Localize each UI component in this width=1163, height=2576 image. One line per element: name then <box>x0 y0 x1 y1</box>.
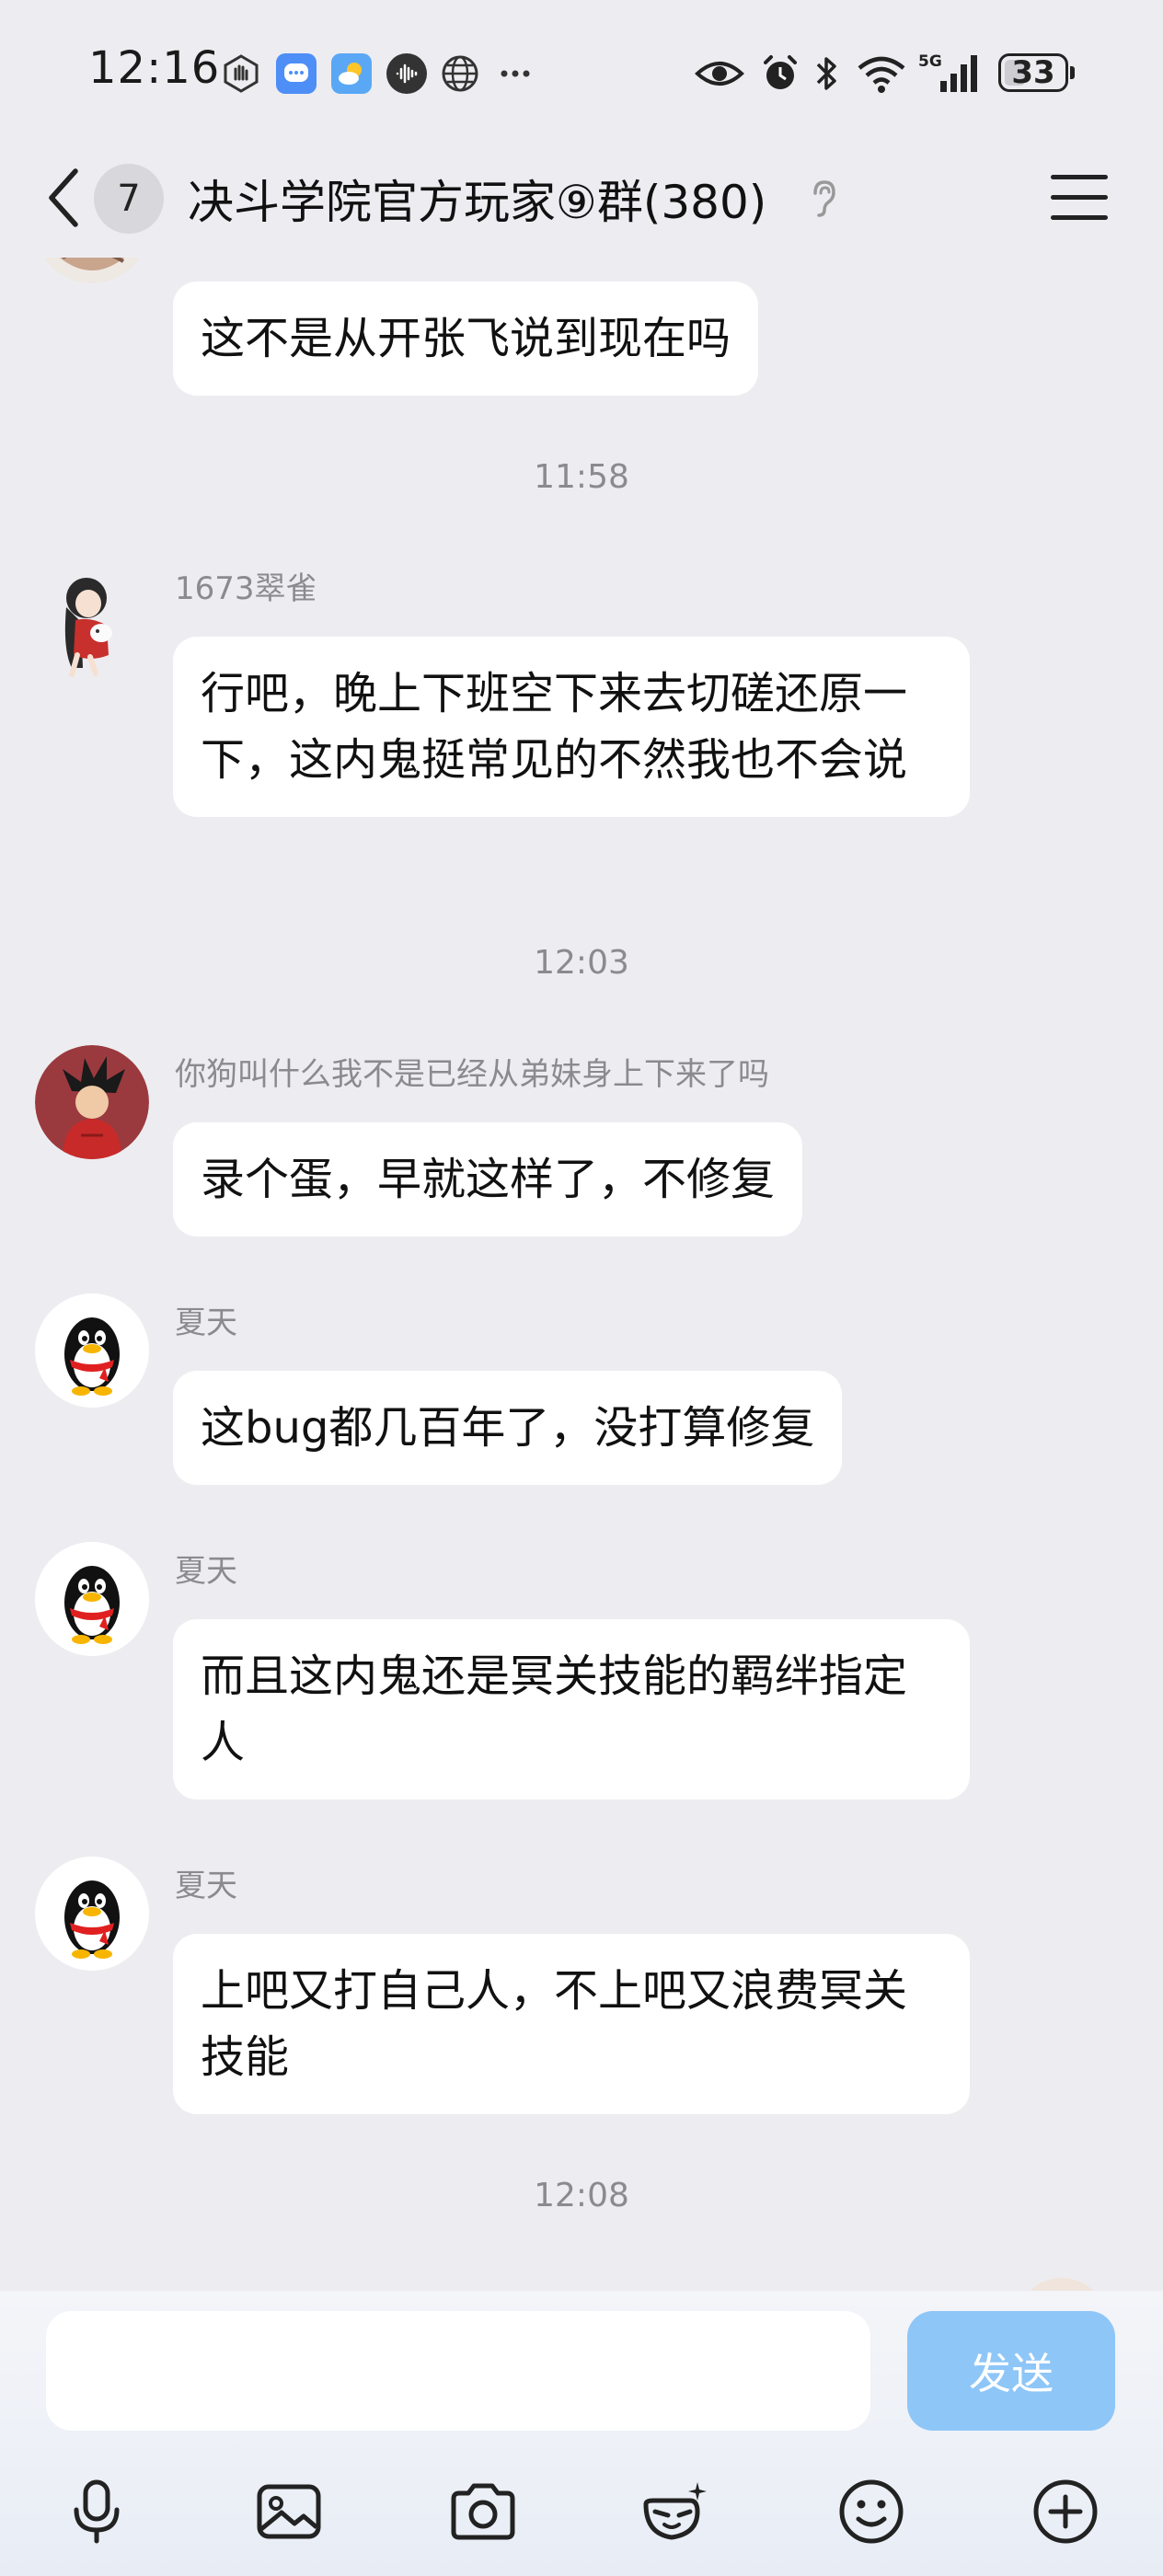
eye-icon <box>694 53 745 94</box>
message-bubble[interactable]: 行吧，晚上下班空下来去切磋还原一下，这内鬼挺常见的不然我也不会说 <box>173 637 970 817</box>
input-toolbar <box>0 2466 1163 2558</box>
input-panel: 发送 <box>0 2291 1163 2576</box>
camera-icon[interactable] <box>437 2466 529 2558</box>
sender-name[interactable]: 夏天 <box>175 1297 237 1342</box>
message-bubble[interactable]: 这bug都几百年了，没打算修复 <box>173 1371 843 1485</box>
avatar[interactable] <box>35 1542 149 1656</box>
message-text: 而且这内鬼还是冥关技能的羁绊指定人 <box>201 1650 908 1768</box>
battery-indicator: 33 <box>998 53 1075 92</box>
send-button[interactable]: 发送 <box>907 2311 1115 2431</box>
more-icon <box>495 53 535 94</box>
timestamp: 12:03 <box>534 944 629 982</box>
message-bubble[interactable]: 而且这内鬼还是冥关技能的羁绊指定人 <box>173 1619 970 1800</box>
bluetooth-icon <box>810 53 843 94</box>
avatar[interactable] <box>35 1045 149 1159</box>
emoji-icon[interactable] <box>825 2466 917 2558</box>
mic-icon[interactable] <box>51 2466 143 2558</box>
wifi-icon <box>856 53 907 94</box>
menu-icon <box>1051 175 1108 179</box>
audio-icon <box>386 53 427 94</box>
back-icon <box>49 168 78 227</box>
battery-level: 33 <box>1011 54 1055 91</box>
sender-name[interactable]: 1673翠雀 <box>175 563 317 608</box>
plus-icon[interactable] <box>1019 2466 1111 2558</box>
message-text: 行吧，晚上下班空下来去切磋还原一下，这内鬼挺常见的不然我也不会说 <box>201 668 908 786</box>
network-type-label: 5G <box>918 52 942 71</box>
hand-icon <box>221 53 261 94</box>
status-time: 12:16 <box>88 42 221 94</box>
sender-name[interactable]: 夏天 <box>175 1860 237 1905</box>
ear-icon[interactable] <box>806 177 839 224</box>
alarm-icon <box>760 53 800 94</box>
avatar[interactable] <box>1016 2278 1108 2291</box>
sticker-icon[interactable] <box>628 2466 720 2558</box>
status-bar: 12:16 5G 33 <box>0 0 1163 138</box>
message-bubble[interactable]: 这不是从开张飞说到现在吗 <box>173 282 759 396</box>
message-text: 这bug都几百年了，没打算修复 <box>201 1402 815 1454</box>
avatar[interactable] <box>35 1294 149 1408</box>
sender-name[interactable]: 你狗叫什么我不是已经从弟妹身上下来了吗 <box>175 1049 769 1094</box>
message-bubble[interactable]: 上吧又打自己人，不上吧又浪费冥关技能 <box>173 1934 970 2114</box>
timestamp: 11:58 <box>534 458 629 496</box>
globe-icon <box>440 53 480 94</box>
timestamp: 12:08 <box>534 2177 629 2214</box>
message-input[interactable] <box>46 2311 870 2431</box>
menu-button[interactable] <box>1051 175 1108 223</box>
avatar[interactable] <box>35 567 149 681</box>
signal-icon: 5G <box>916 52 983 94</box>
weather-icon <box>331 53 372 94</box>
back-button[interactable] <box>40 166 88 230</box>
message-list[interactable]: 这不是从开张飞说到现在吗 11:58 1673翠雀 行吧，晚上下班空下来去切磋还… <box>0 258 1163 2291</box>
message-text: 这不是从开张飞说到现在吗 <box>201 313 731 364</box>
group-title[interactable]: 决斗学院官方玩家⑨群(380) <box>188 166 766 232</box>
unread-count-badge[interactable]: 7 <box>94 164 164 234</box>
avatar[interactable] <box>35 258 149 283</box>
sender-name[interactable]: 夏天 <box>175 1546 237 1591</box>
message-text: 录个蛋，早就这样了，不修复 <box>201 1154 776 1205</box>
avatar[interactable] <box>35 1857 149 1971</box>
message-text: 上吧又打自己人，不上吧又浪费冥关技能 <box>201 1965 908 2083</box>
message-bubble[interactable]: 录个蛋，早就这样了，不修复 <box>173 1122 803 1236</box>
chat-header: 7 决斗学院官方玩家⑨群(380) <box>0 138 1163 258</box>
image-icon[interactable] <box>243 2466 335 2558</box>
chat-app-icon <box>276 53 317 94</box>
